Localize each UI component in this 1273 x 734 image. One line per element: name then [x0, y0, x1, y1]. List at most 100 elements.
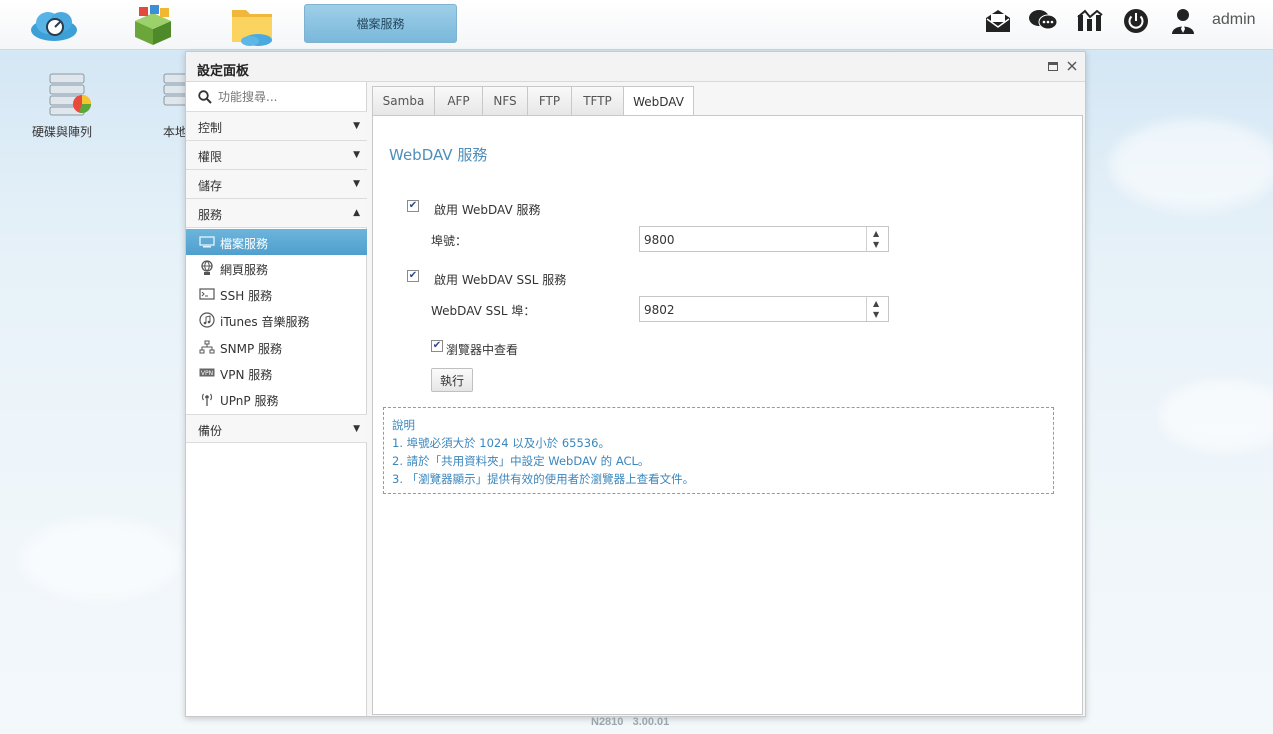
snmp-service-icon	[199, 339, 215, 355]
sidebar-item-vpn-service[interactable]: VPN VPN 服務	[186, 360, 367, 386]
tab-label: TFTP	[583, 94, 612, 108]
port-input[interactable]	[644, 231, 859, 248]
settings-sidebar: 控制 ▼ 權限 ▼ 儲存 ▼ 服務 ▲ 檔案服務 網頁服務	[186, 82, 367, 716]
sidebar-category-privilege[interactable]: 權限 ▼	[186, 141, 367, 170]
tab-ftp[interactable]: FTP	[527, 86, 572, 115]
arrow-down-icon[interactable]: ▼	[873, 310, 879, 319]
sidebar-item-label: SSH 服務	[220, 289, 273, 303]
arrow-up-icon[interactable]: ▲	[873, 229, 879, 238]
chevron-down-icon: ▼	[353, 424, 360, 434]
notes-box: 說明 1. 埠號必須大於 1024 以及小於 65536。 2. 請於「共用資料…	[383, 407, 1054, 494]
category-label: 權限	[198, 150, 223, 164]
taskbar-active-window-label: 檔案服務	[356, 17, 405, 31]
chevron-down-icon: ▼	[353, 121, 360, 131]
tab-tftp[interactable]: TFTP	[571, 86, 624, 115]
desktop-icon-label: 本地	[163, 125, 188, 139]
category-label: 服務	[198, 208, 223, 222]
sidebar-item-itunes-service[interactable]: iTunes 音樂服務	[186, 307, 367, 333]
model-name: N2810	[591, 716, 624, 728]
sidebar-item-label: SNMP 服務	[220, 342, 282, 356]
sidebar-item-label: VPN 服務	[220, 368, 273, 382]
ssl-port-label: WebDAV SSL 埠：	[431, 304, 536, 318]
settings-window: 設定面板 控制 ▼ 權限 ▼ 儲存 ▼ 服務	[185, 51, 1086, 717]
browser-view-label: 瀏覽器中查看	[446, 343, 519, 357]
sidebar-item-label: iTunes 音樂服務	[220, 315, 310, 329]
mail-icon[interactable]	[983, 6, 1013, 36]
chevron-down-icon: ▼	[353, 150, 360, 160]
sidebar-category-backup[interactable]: 備份 ▼	[186, 414, 367, 443]
sidebar-search	[186, 82, 367, 112]
tab-samba[interactable]: Samba	[372, 86, 435, 115]
sidebar-item-label: 檔案服務	[220, 237, 269, 251]
sidebar-item-ssh-service[interactable]: SSH 服務	[186, 281, 367, 307]
firmware-version: N2810 3.00.01	[591, 716, 669, 728]
ssl-port-stepper[interactable]: ▲ ▼	[639, 296, 889, 322]
app-center-icon[interactable]	[127, 4, 179, 46]
enable-webdav-ssl-checkbox[interactable]: ✔	[407, 270, 419, 282]
port-label: 埠號：	[431, 234, 468, 248]
desktop-icon-disk-raid[interactable]: 硬碟與陣列	[32, 72, 102, 139]
close-icon[interactable]	[1065, 59, 1079, 73]
tab-webdav[interactable]: WebDAV	[623, 86, 694, 116]
sidebar-category-storage[interactable]: 儲存 ▼	[186, 170, 367, 199]
category-label: 儲存	[198, 179, 223, 193]
window-title: 設定面板	[197, 64, 250, 79]
upnp-service-icon	[199, 391, 215, 407]
disk-raid-icon	[49, 73, 92, 116]
port-stepper-arrows[interactable]: ▲ ▼	[866, 227, 888, 251]
web-service-icon	[199, 260, 215, 276]
notes-line: 2. 請於「共用資料夾」中設定 WebDAV 的 ACL。	[392, 454, 650, 468]
sidebar-item-web-service[interactable]: 網頁服務	[186, 255, 367, 281]
enable-webdav-label: 啟用 WebDAV 服務	[434, 203, 541, 217]
category-label: 控制	[198, 121, 223, 135]
taskbar-active-window[interactable]: 檔案服務	[304, 4, 457, 43]
category-label: 備份	[198, 424, 223, 438]
chevron-down-icon: ▼	[353, 179, 360, 189]
tab-afp[interactable]: AFP	[434, 86, 483, 115]
arrow-up-icon[interactable]: ▲	[873, 299, 879, 308]
tab-label: AFP	[447, 94, 470, 108]
tab-label: WebDAV	[633, 94, 684, 109]
tab-label: Samba	[382, 94, 425, 108]
file-folder-icon[interactable]	[226, 4, 278, 46]
vpn-service-icon: VPN	[199, 365, 215, 381]
sidebar-category-control[interactable]: 控制 ▼	[186, 112, 367, 141]
file-service-icon	[199, 234, 215, 250]
chevron-up-icon: ▲	[353, 208, 360, 218]
search-input[interactable]	[218, 87, 358, 107]
ssl-port-input[interactable]	[644, 301, 859, 318]
sidebar-item-label: 網頁服務	[220, 263, 269, 277]
sidebar-item-label: UPnP 服務	[220, 394, 279, 408]
notes-line: 1. 埠號必須大於 1024 以及小於 65536。	[392, 436, 610, 450]
itunes-service-icon	[199, 312, 215, 328]
tab-nfs[interactable]: NFS	[482, 86, 528, 115]
sidebar-category-service[interactable]: 服務 ▲	[186, 199, 367, 228]
notes-line: 3. 「瀏覽器顯示」提供有效的使用者於瀏覽器上查看文件。	[392, 472, 695, 486]
ssl-port-stepper-arrows[interactable]: ▲ ▼	[866, 297, 888, 321]
user-icon[interactable]	[1168, 6, 1198, 36]
sidebar-item-upnp-service[interactable]: UPnP 服務	[186, 386, 367, 412]
port-stepper[interactable]: ▲ ▼	[639, 226, 889, 252]
enable-webdav-checkbox[interactable]: ✔	[407, 200, 419, 212]
desktop-icon-label: 硬碟與陣列	[32, 125, 93, 139]
browser-view-checkbox[interactable]: ✔	[431, 340, 443, 352]
username-label[interactable]: admin	[1212, 11, 1256, 29]
power-icon[interactable]	[1121, 6, 1151, 36]
webdav-panel: WebDAV 服務 ✔ 啟用 WebDAV 服務 埠號： ▲ ▼ ✔ 啟用 We…	[372, 115, 1083, 715]
arrow-down-icon[interactable]: ▼	[873, 240, 879, 249]
sidebar-item-file-service[interactable]: 檔案服務	[186, 229, 367, 255]
search-icon	[198, 90, 212, 104]
maximize-icon[interactable]	[1046, 59, 1060, 73]
apply-button[interactable]: 執行	[431, 368, 473, 392]
tab-label: NFS	[493, 94, 517, 108]
chat-icon[interactable]	[1028, 6, 1058, 36]
enable-webdav-ssl-label: 啟用 WebDAV SSL 服務	[434, 273, 567, 287]
page-title: WebDAV 服務	[389, 146, 488, 164]
version-number: 3.00.01	[632, 716, 670, 728]
window-titlebar[interactable]: 設定面板	[186, 52, 1085, 82]
sidebar-item-snmp-service[interactable]: SNMP 服務	[186, 334, 367, 360]
network-icon[interactable]	[1075, 6, 1105, 36]
desktop-icon-local[interactable]: 本地	[150, 72, 199, 139]
cloud-dashboard-icon[interactable]	[28, 4, 80, 46]
tab-label: FTP	[538, 94, 561, 108]
